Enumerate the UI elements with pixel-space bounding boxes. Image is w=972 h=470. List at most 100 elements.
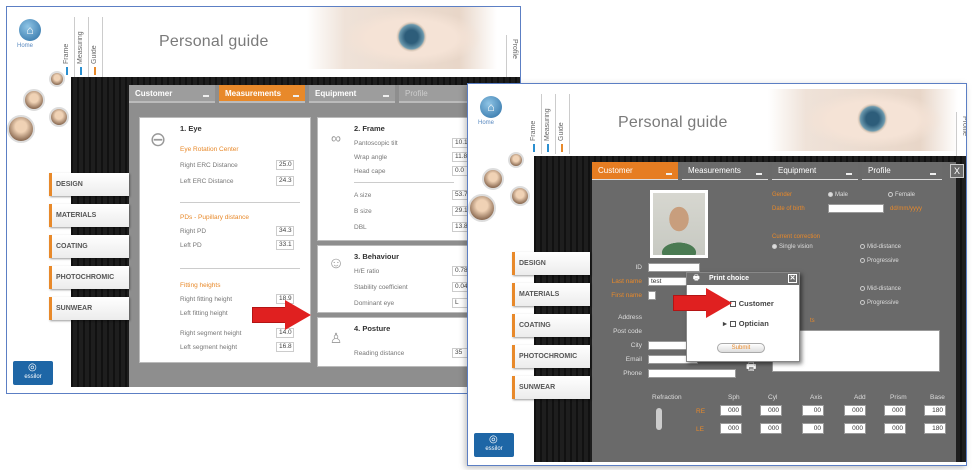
id-label: ID	[635, 264, 643, 271]
comments-label: ts	[810, 318, 815, 324]
first-name-field[interactable]	[648, 291, 656, 300]
menu-design[interactable]: DESIGN	[512, 252, 590, 275]
tab-measurements[interactable]: Measurements	[219, 85, 305, 103]
re-prism[interactable]: 000	[884, 405, 906, 416]
wrap-angle-label: Wrap angle	[354, 154, 388, 161]
female-radio[interactable]: Female	[888, 192, 915, 198]
tab-frame[interactable]: Frame	[63, 17, 75, 77]
right-fitting-label: Right fitting height	[180, 296, 233, 303]
category-tabs: Customer Measurements Equipment Profile	[592, 162, 942, 180]
left-segment-value[interactable]: 16.8	[276, 342, 294, 352]
male-radio[interactable]: Male	[828, 192, 848, 198]
tab-profile-cat[interactable]: Profile	[862, 162, 942, 180]
tab-measuring[interactable]: Measuring	[544, 94, 556, 154]
left-erc-label: Left ERC Distance	[180, 178, 234, 185]
menu-sunwear[interactable]: SUNWEAR	[49, 297, 129, 320]
phone-label: Phone	[623, 370, 642, 377]
tab-customer[interactable]: Customer	[592, 162, 678, 180]
tab-equipment[interactable]: Equipment	[772, 162, 858, 180]
id-field[interactable]	[648, 263, 700, 272]
phone-field[interactable]	[648, 369, 736, 378]
re-add[interactable]: 000	[844, 405, 866, 416]
submit-button[interactable]: Submit	[717, 343, 765, 353]
red-arrow-annotation	[674, 288, 732, 318]
dob-hint: dd/mm/yyyy	[890, 206, 923, 212]
essilor-logo: essilor	[13, 361, 53, 385]
re-cyl[interactable]: 000	[760, 405, 782, 416]
option-optician[interactable]: ▸ Optician	[723, 319, 769, 328]
menu-materials[interactable]: MATERIALS	[512, 283, 590, 306]
dob-field[interactable]	[828, 204, 884, 213]
home-label: Home	[478, 120, 495, 126]
gender-label: Gender	[772, 192, 793, 198]
dominant-eye-label: Dominant eye	[354, 300, 395, 307]
le-prism[interactable]: 000	[884, 423, 906, 434]
glasses-icon: ∞	[331, 130, 341, 146]
mid-distance-radio[interactable]: Mid-distance	[860, 244, 901, 250]
le-cyl[interactable]: 000	[760, 423, 782, 434]
close-button[interactable]: X	[950, 164, 964, 178]
stability-label: Stability coefficient	[354, 284, 408, 291]
screenshot-measurements: ⌂ Home essilor Frame Measuring Guide Per…	[6, 6, 521, 394]
main-board: Customer Measurements Equipment Profile …	[49, 77, 520, 387]
avatar[interactable]	[468, 194, 496, 222]
avatar[interactable]	[23, 89, 45, 111]
section-pd: PDs - Pupillary distance	[180, 214, 249, 221]
first-name-label: First name	[611, 292, 642, 299]
customer-photo[interactable]	[650, 190, 708, 258]
essilor-logo: essilor	[474, 433, 514, 457]
menu-coating[interactable]: COATING	[49, 235, 129, 258]
right-erc-label: Right ERC Distance	[180, 162, 238, 169]
tab-measuring[interactable]: Measuring	[77, 17, 89, 77]
re-sph[interactable]: 000	[720, 405, 742, 416]
avatar[interactable]	[49, 107, 69, 127]
le-base[interactable]: 180	[924, 423, 946, 434]
axis-header: Axis	[810, 394, 823, 401]
scroll-handle[interactable]	[656, 408, 662, 430]
prism-header: Prism	[890, 394, 907, 401]
tab-measurements[interactable]: Measurements	[682, 162, 768, 180]
mid-distance-radio-2[interactable]: Mid-distance	[860, 286, 901, 292]
le-add[interactable]: 000	[844, 423, 866, 434]
optician-checkbox[interactable]	[729, 320, 736, 327]
menu-materials[interactable]: MATERIALS	[49, 204, 129, 227]
tab-guide[interactable]: Guide	[91, 17, 103, 77]
page-title: Personal guide	[618, 114, 728, 131]
main-board: Customer Measurements Equipment Profile …	[512, 156, 966, 462]
menu-coating[interactable]: COATING	[512, 314, 590, 337]
reading-distance-label: Reading distance	[354, 350, 405, 357]
left-erc-value[interactable]: 24.3	[276, 176, 294, 186]
tab-guide[interactable]: Guide	[558, 94, 570, 154]
address-label: Address	[618, 314, 642, 321]
tab-customer[interactable]: Customer	[129, 85, 215, 103]
left-segment-label: Left segment height	[180, 344, 238, 351]
single-vision-radio[interactable]: Single vision	[772, 244, 813, 250]
avatar[interactable]	[482, 168, 504, 190]
behaviour-panel-title: 3. Behaviour	[354, 252, 400, 261]
menu-sunwear[interactable]: SUNWEAR	[512, 376, 590, 399]
right-pd-value[interactable]: 34.3	[276, 226, 294, 236]
right-erc-value[interactable]: 25.0	[276, 160, 294, 170]
menu-design[interactable]: DESIGN	[49, 173, 129, 196]
re-base[interactable]: 180	[924, 405, 946, 416]
dbl-label: DBL	[354, 224, 367, 231]
tab-frame[interactable]: Frame	[530, 94, 542, 154]
menu-photochromic[interactable]: PHOTOCHROMIC	[49, 266, 129, 289]
email-label: Email	[625, 356, 642, 363]
home-icon[interactable]: ⌂	[480, 96, 502, 118]
home-icon[interactable]: ⌂	[19, 19, 41, 41]
post-code-label: Post code	[613, 328, 642, 335]
avatar[interactable]	[7, 115, 35, 143]
dialog-close-icon[interactable]: ✕	[788, 274, 797, 283]
a-size-label: A size	[354, 192, 372, 199]
progressive-radio-2[interactable]: Progressive	[860, 300, 899, 306]
re-axis[interactable]: 00	[802, 405, 824, 416]
le-axis[interactable]: 00	[802, 423, 824, 434]
tab-equipment[interactable]: Equipment	[309, 85, 395, 103]
avatar[interactable]	[510, 186, 530, 206]
left-pd-value[interactable]: 33.1	[276, 240, 294, 250]
progressive-radio[interactable]: Progressive	[860, 258, 899, 264]
le-sph[interactable]: 000	[720, 423, 742, 434]
menu-photochromic[interactable]: PHOTOCHROMIC	[512, 345, 590, 368]
avatar[interactable]	[508, 152, 524, 168]
